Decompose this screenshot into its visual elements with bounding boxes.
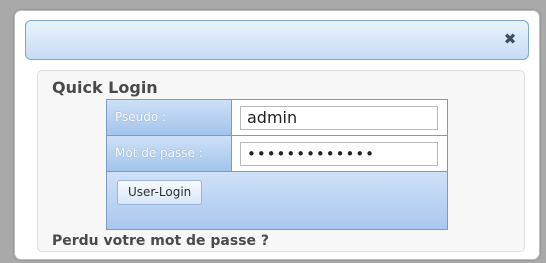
pseudo-input[interactable]: admin — [240, 106, 438, 130]
forgot-password-link[interactable]: Perdu votre mot de passe ? — [52, 233, 269, 249]
login-dialog: ✖ Quick Login Pseudo : admin Mot de pass… — [14, 10, 540, 260]
password-row: Mot de passe : ••••••••••••• — [107, 136, 447, 172]
quick-login-panel: Quick Login Pseudo : admin Mot de passe … — [37, 70, 525, 252]
password-label: Mot de passe : — [107, 136, 232, 172]
quick-login-heading: Quick Login — [52, 78, 158, 97]
dialog-titlebar: ✖ — [25, 20, 529, 60]
button-row: User-Login — [107, 172, 447, 229]
password-cell: ••••••••••••• — [232, 136, 447, 172]
close-icon[interactable]: ✖ — [502, 31, 518, 47]
pseudo-label: Pseudo : — [107, 100, 232, 136]
user-login-button[interactable]: User-Login — [117, 180, 203, 205]
pseudo-row: Pseudo : admin — [107, 100, 447, 136]
login-form: Pseudo : admin Mot de passe : ••••••••••… — [106, 99, 448, 230]
password-input[interactable]: ••••••••••••• — [240, 142, 438, 166]
pseudo-cell: admin — [232, 100, 447, 136]
